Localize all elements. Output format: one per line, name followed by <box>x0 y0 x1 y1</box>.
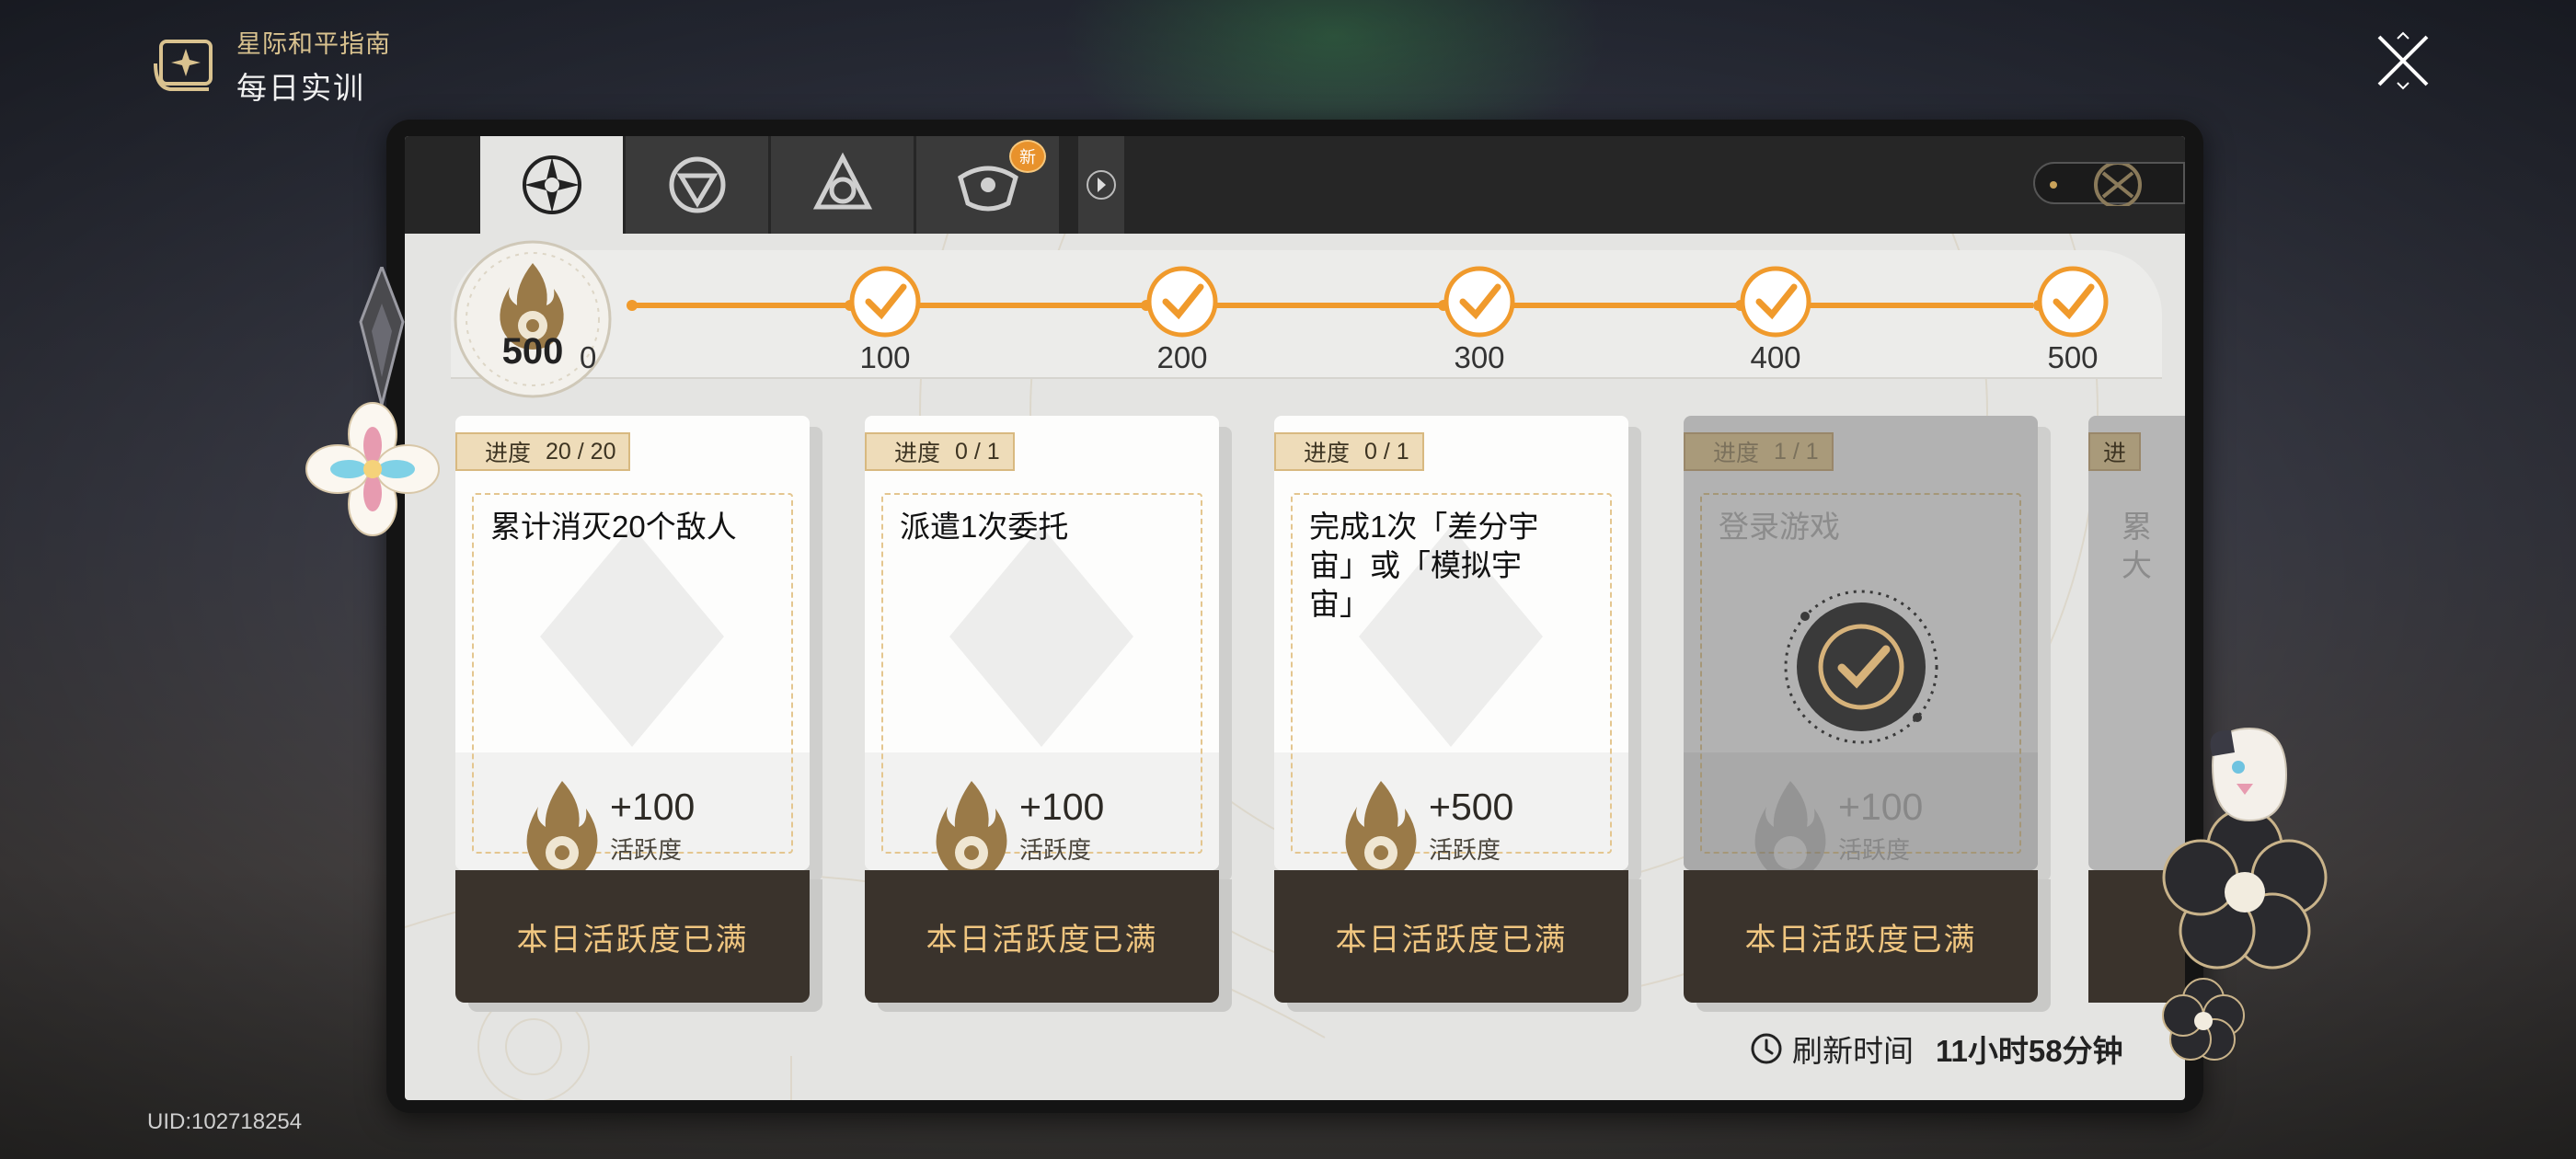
progress-label: 进度 <box>894 441 941 466</box>
new-badge: 新 <box>1009 140 1046 173</box>
activity-flame-icon <box>1345 781 1417 870</box>
tab-daily-training[interactable] <box>480 136 623 234</box>
activity-flame-icon <box>936 781 1007 870</box>
reward-unit: 活跃度 <box>1838 837 1911 865</box>
task-description: 派遣1次委托 <box>900 510 1069 544</box>
reward-points: +500 <box>1429 786 1514 828</box>
activity-flame-icon <box>526 781 598 870</box>
tab-collection[interactable] <box>771 136 914 234</box>
milestone-check-icon[interactable] <box>1739 265 1812 339</box>
refresh-timer: 刷新时间 11小时58分钟 <box>1750 1027 2123 1071</box>
mascot-icon <box>2210 727 2288 822</box>
task-card[interactable]: 进度 0 / 1 派遣1次委托 +100 活跃度 <box>865 416 1219 870</box>
task-card[interactable]: 进度 0 / 1 完成1次「差分宇宙」或「模拟宇宙」 +500 活跃度 <box>1274 416 1628 870</box>
progress-value: 0 / 1 <box>1364 438 1409 465</box>
reward-unit: 活跃度 <box>1429 837 1501 865</box>
page-header: 星际和平指南 每日实训 <box>152 24 391 108</box>
reward-points: +100 <box>1838 786 1924 828</box>
daily-full-button[interactable]: 本日活跃度已满 <box>1684 870 2038 1003</box>
milestone-label: 0 <box>580 340 597 374</box>
player-uid: UID:102718254 <box>147 1109 303 1134</box>
flower-ornament-icon <box>305 267 440 536</box>
milestone-label: 300 <box>1454 340 1505 374</box>
reward-points: +100 <box>610 786 696 828</box>
activity-flame-icon <box>1754 781 1826 870</box>
progress-tag: 进度 1 / 1 <box>1684 432 1834 471</box>
milestone-check-icon[interactable] <box>2036 265 2110 339</box>
daily-training-icon <box>522 155 581 214</box>
task-card-completed[interactable]: 进度 1 / 1 登录游戏 +100 活跃度 <box>1684 416 2038 870</box>
reward-points: +100 <box>1019 786 1105 828</box>
activity-medal-icon <box>454 240 612 398</box>
completed-check-icon <box>1784 590 1938 744</box>
daily-full-button[interactable]: 本日活跃度已满 <box>455 870 810 1003</box>
progress-label: 进度 <box>1713 441 1760 466</box>
header-subtitle: 星际和平指南 <box>236 30 391 59</box>
task-description: 登录游戏 <box>1719 510 1840 544</box>
track-progress-line <box>630 303 2033 308</box>
chevron-right-icon <box>1087 170 1116 200</box>
close-icon[interactable] <box>2374 31 2432 90</box>
track-dot <box>627 300 638 311</box>
tab-bar: 新 <box>405 136 2185 234</box>
activity-track <box>451 250 2162 379</box>
guide-book-icon <box>154 39 213 91</box>
task-description: 完成1次「差分宇宙」或「模拟宇宙」 <box>1309 510 1539 621</box>
progress-tag: 进 <box>2088 432 2142 471</box>
task-card[interactable]: 进度 20 / 20 累计消灭20个敌人 +100 活跃度 <box>455 416 810 870</box>
progress-tag: 进度 0 / 1 <box>1274 432 1424 471</box>
reward-unit: 活跃度 <box>610 837 683 865</box>
collection-icon <box>812 152 872 210</box>
milestone-label: 200 <box>1156 340 1208 374</box>
refresh-label: 刷新时间 <box>1792 1034 1914 1068</box>
milestone-check-icon[interactable] <box>848 265 922 339</box>
tab-treasure[interactable]: 新 <box>916 136 1059 234</box>
milestone-label: 400 <box>1750 340 1801 374</box>
daily-full-button[interactable]: 本日活跃度已满 <box>865 870 1219 1003</box>
milestone-label: 500 <box>2047 340 2099 374</box>
survival-index-icon <box>669 156 725 213</box>
progress-label: 进 <box>2103 441 2127 466</box>
refresh-time: 11小时58分钟 <box>1936 1034 2123 1068</box>
clock-icon <box>1751 1033 1782 1064</box>
progress-tag: 进度 20 / 20 <box>455 432 631 471</box>
progress-label: 进度 <box>1304 441 1351 466</box>
reward-unit: 活跃度 <box>1019 837 1092 865</box>
progress-value: 1 / 1 <box>1774 438 1819 465</box>
progress-tag: 进度 0 / 1 <box>865 432 1015 471</box>
milestone-check-icon[interactable] <box>1145 265 1219 339</box>
tab-survival-index[interactable] <box>626 136 768 234</box>
page-title: 每日实训 <box>236 70 365 106</box>
progress-label: 进度 <box>485 441 532 466</box>
progress-value: 0 / 1 <box>955 438 1000 465</box>
milestone-check-icon[interactable] <box>1443 265 1516 339</box>
daily-full-button[interactable]: 本日活跃度已满 <box>1274 870 1628 1003</box>
milestone-label: 100 <box>859 340 911 374</box>
daily-training-panel: 新 500 0 100 200 300 400 500 进度 20 / 20 累… <box>405 136 2185 1100</box>
task-description: 累计消灭20个敌人 <box>490 510 737 544</box>
tab-scroll-right-button[interactable] <box>1078 136 1124 234</box>
emblem-icon <box>2050 161 2142 209</box>
activity-emblem-slot[interactable] <box>2033 161 2185 209</box>
task-description: 累 大 <box>2122 510 2152 582</box>
progress-value: 20 / 20 <box>546 438 616 465</box>
